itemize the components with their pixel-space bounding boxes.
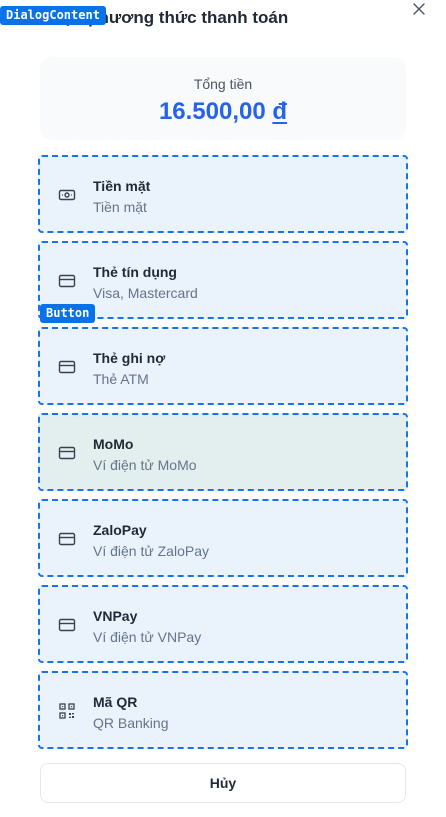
credit-card-icon bbox=[58, 274, 76, 288]
total-amount-value: 16.500,00 bbox=[158, 98, 266, 125]
method-name: Tiền mặt bbox=[93, 178, 151, 194]
credit-card-icon bbox=[58, 360, 76, 374]
credit-card-icon bbox=[58, 618, 76, 632]
method-cash-button[interactable]: Tiền mặt Tiền mặt bbox=[38, 155, 408, 233]
cash-icon bbox=[58, 189, 76, 201]
currency-symbol: đ bbox=[272, 98, 288, 125]
method-vnpay-button[interactable]: VNPay Ví điện tử VNPay bbox=[38, 585, 408, 663]
total-label: Tổng tiền bbox=[193, 76, 253, 92]
method-name: ZaloPay bbox=[93, 522, 147, 538]
payment-method-list: Tiền mặt Tiền mặt Thẻ tín dụng Visa, Mas… bbox=[38, 155, 408, 757]
dialog-content-debug-tag: DialogContent bbox=[0, 6, 106, 25]
qr-code-icon bbox=[59, 703, 75, 719]
method-name: VNPay bbox=[93, 608, 138, 624]
method-description: QR Banking bbox=[93, 715, 169, 731]
total-card: Tổng tiền 16.500,00 đ bbox=[40, 57, 406, 140]
method-name: Mã QR bbox=[93, 694, 138, 710]
credit-card-icon bbox=[58, 532, 76, 546]
method-debit-card-button[interactable]: Thẻ ghi nợ Thẻ ATM bbox=[38, 327, 408, 405]
method-description: Thẻ ATM bbox=[93, 371, 149, 387]
method-name: Thẻ tín dụng bbox=[93, 264, 177, 280]
credit-card-icon bbox=[58, 446, 76, 460]
method-momo-button[interactable]: MoMo Ví điện tử MoMo bbox=[38, 413, 408, 491]
total-amount: 16.500,00 đ bbox=[40, 97, 406, 127]
method-description: Tiền mặt bbox=[93, 199, 147, 215]
method-description: Ví điện tử MoMo bbox=[93, 457, 197, 473]
method-name: Thẻ ghi nợ bbox=[93, 350, 166, 366]
close-button[interactable] bbox=[410, 0, 428, 18]
method-description: Ví điện tử VNPay bbox=[93, 629, 202, 645]
cancel-button[interactable]: Hủy bbox=[40, 763, 406, 803]
close-icon bbox=[413, 3, 425, 15]
method-qr-button[interactable]: Mã QR QR Banking bbox=[38, 671, 408, 749]
method-description: Visa, Mastercard bbox=[93, 285, 198, 301]
payment-method-dialog: Chọn phương thức thanh toán DialogConten… bbox=[0, 0, 446, 817]
method-zalopay-button[interactable]: ZaloPay Ví điện tử ZaloPay bbox=[38, 499, 408, 577]
method-name: MoMo bbox=[93, 436, 134, 452]
method-description: Ví điện tử ZaloPay bbox=[93, 543, 209, 559]
button-debug-tag: Button bbox=[40, 304, 96, 323]
